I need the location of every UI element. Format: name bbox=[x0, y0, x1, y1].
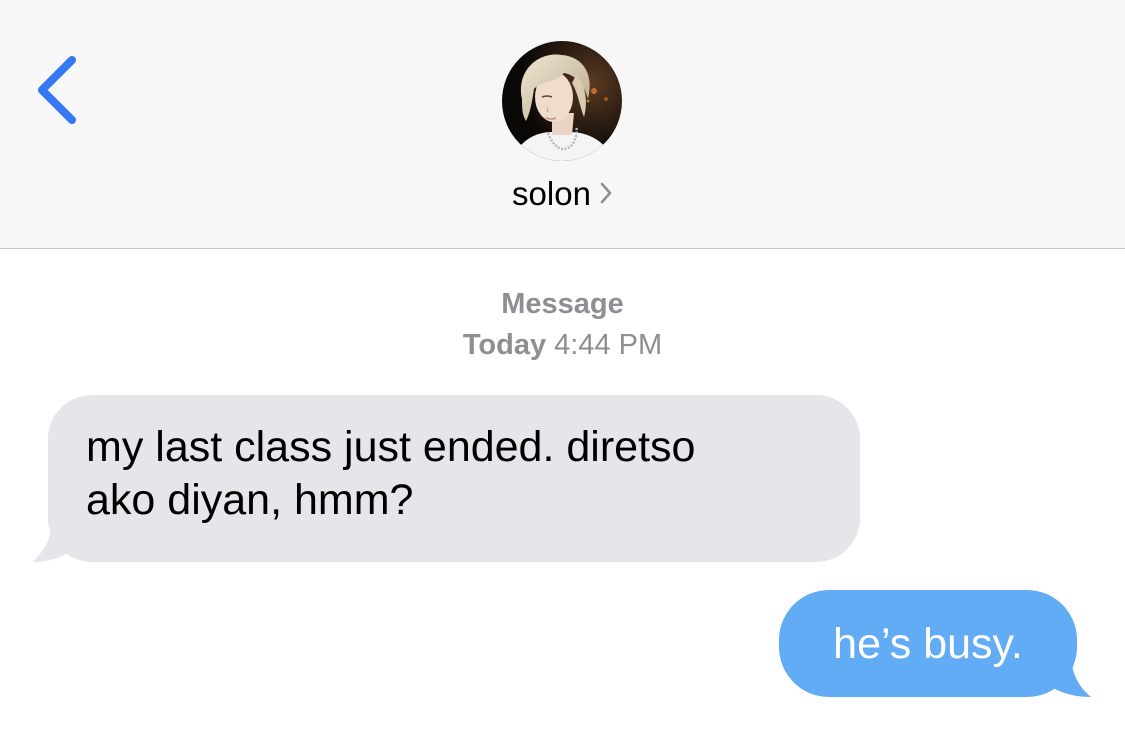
chevron-right-icon bbox=[599, 172, 613, 216]
chevron-left-icon bbox=[38, 56, 76, 124]
contact-avatar[interactable] bbox=[502, 41, 622, 161]
messages-screen: solon Message Today 4:44 PM my last clas… bbox=[0, 0, 1125, 743]
conversation-header: solon bbox=[0, 0, 1125, 249]
contact-name-button[interactable]: solon bbox=[0, 172, 1125, 218]
message-text-line: my last class just ended. diretso bbox=[86, 423, 696, 471]
timestamp-time: 4:44 PM bbox=[554, 329, 663, 361]
incoming-message-bubble[interactable]: my last class just ended. diretso ako di… bbox=[48, 395, 860, 562]
timestamp-day: Today bbox=[462, 329, 547, 361]
back-button[interactable] bbox=[30, 54, 86, 126]
contact-name: solon bbox=[512, 175, 591, 212]
timestamp-line: Today 4:44 PM bbox=[0, 325, 1125, 366]
conversation-timestamp: Message Today 4:44 PM bbox=[0, 284, 1125, 366]
outgoing-message-bubble[interactable]: he’s busy. bbox=[779, 590, 1077, 697]
message-text-line: ako diyan, hmm? bbox=[86, 476, 414, 524]
avatar-photo bbox=[502, 41, 622, 161]
message-text: he’s busy. bbox=[833, 620, 1023, 668]
service-label: Message bbox=[501, 288, 624, 320]
